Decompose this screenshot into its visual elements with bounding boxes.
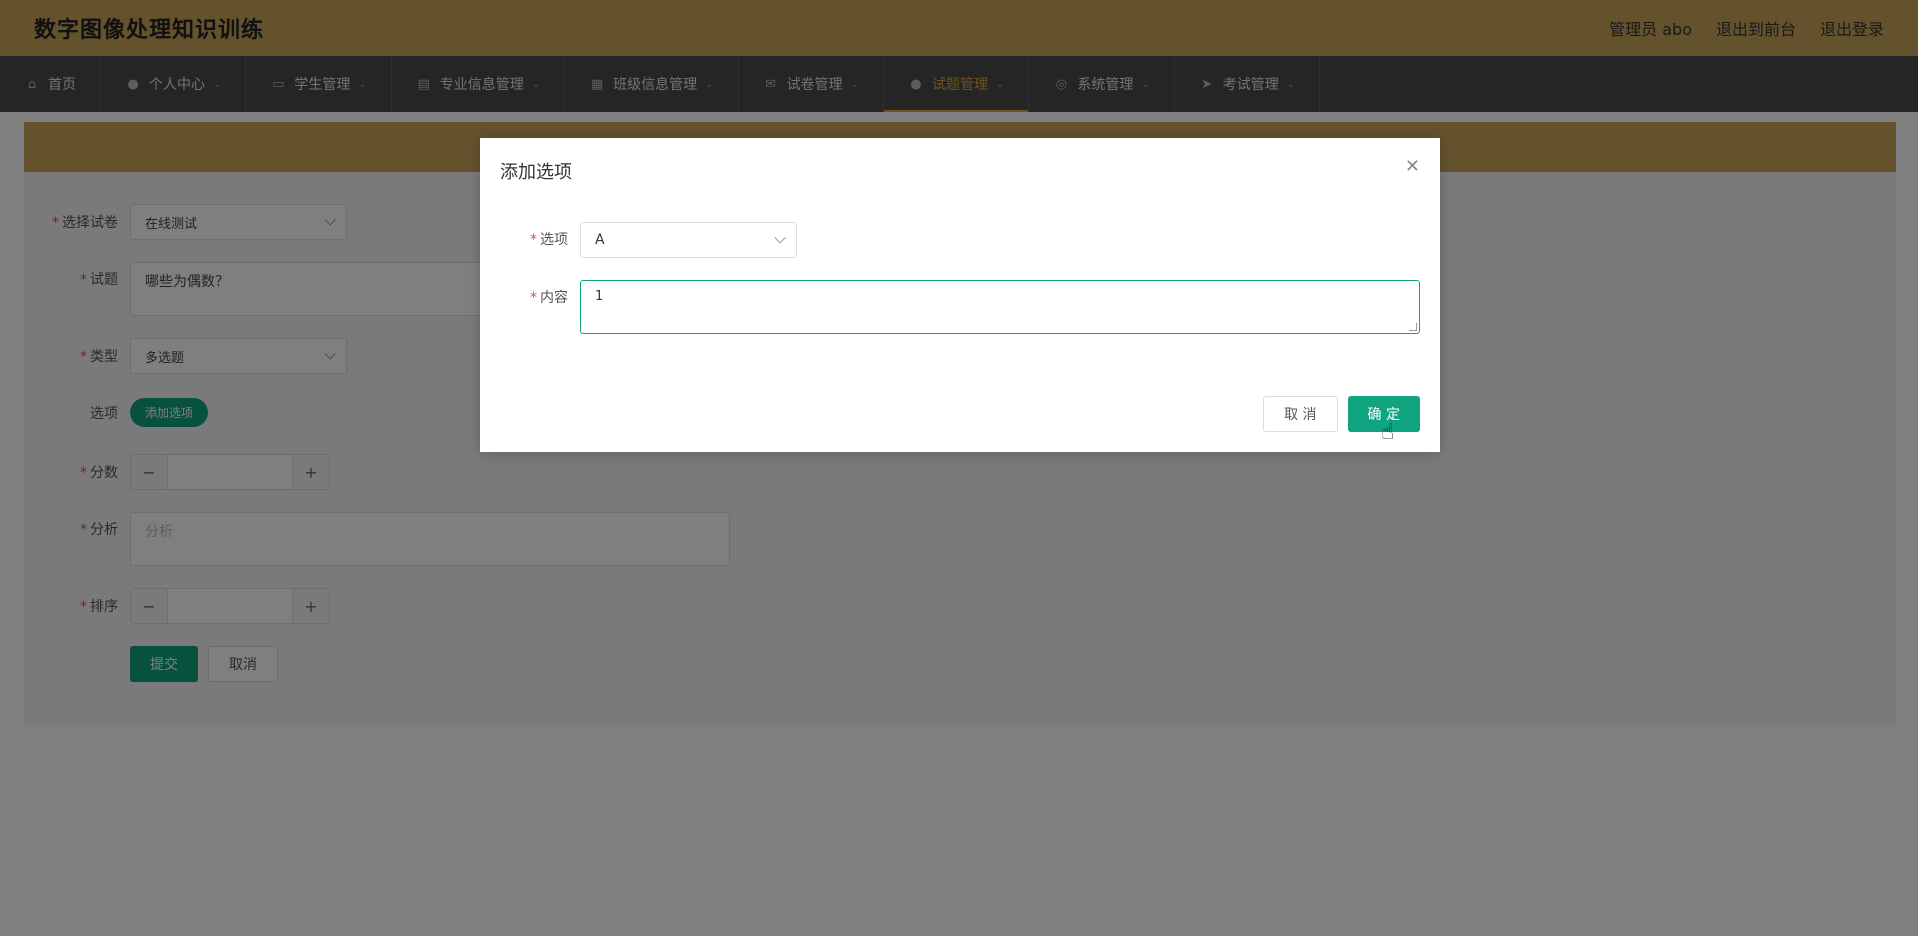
required-mark: * xyxy=(530,232,537,248)
content-textarea[interactable]: 1 xyxy=(580,280,1420,334)
dialog-footer: 取 消 确 定 xyxy=(1263,396,1420,432)
close-icon[interactable]: ✕ xyxy=(1405,156,1420,177)
dialog-confirm-button[interactable]: 确 定 xyxy=(1347,396,1420,432)
required-mark: * xyxy=(530,290,537,306)
add-option-dialog: 添加选项 ✕ * 选项 A * 内容 1 取 消 确 定 xyxy=(480,138,1440,452)
dialog-title: 添加选项 xyxy=(500,162,572,183)
dialog-option-row: * 选项 A xyxy=(480,222,797,258)
dialog-content-row: * 内容 1 xyxy=(480,280,1420,334)
dialog-cancel-button[interactable]: 取 消 xyxy=(1263,396,1338,432)
option-select-value: A xyxy=(595,232,605,248)
resize-handle[interactable] xyxy=(1409,323,1417,331)
option-select[interactable]: A xyxy=(580,222,797,258)
content-textarea-value: 1 xyxy=(595,289,604,304)
dialog-option-label: 选项 xyxy=(540,232,568,248)
chevron-down-icon xyxy=(774,232,786,244)
dialog-content-label: 内容 xyxy=(540,290,568,306)
